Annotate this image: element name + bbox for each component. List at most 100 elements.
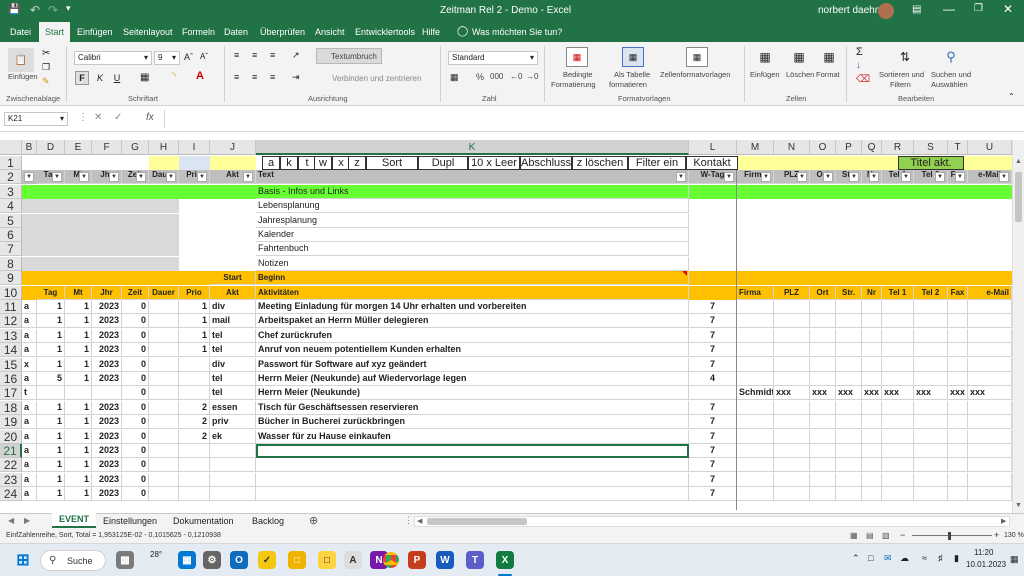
prio-cell[interactable] xyxy=(179,472,210,487)
filter-dropdown-q[interactable]: ▼ xyxy=(869,172,879,183)
contact-cell[interactable] xyxy=(836,300,862,314)
page-layout-view-icon[interactable]: ▤ xyxy=(866,531,874,540)
filter-dropdown-p[interactable]: ▼ xyxy=(849,172,859,183)
row-header-12[interactable]: 12 xyxy=(0,314,22,329)
status-cell[interactable]: a xyxy=(22,400,37,415)
basis-item[interactable]: Kalender xyxy=(256,228,689,242)
status-cell[interactable]: a xyxy=(22,415,37,430)
zeit-cell[interactable]: 0 xyxy=(122,300,149,314)
column-header-m[interactable]: M xyxy=(737,140,774,155)
column-header-g[interactable]: G xyxy=(122,140,149,155)
filter-dropdown-b[interactable]: ▼ xyxy=(24,172,34,183)
fill-color-icon[interactable]: ◝ xyxy=(172,71,176,82)
tray-onedrive-icon[interactable]: ☁ xyxy=(900,553,909,564)
chrome-icon[interactable] xyxy=(382,551,400,569)
font-name-select[interactable]: Calibri ▾ xyxy=(74,51,152,65)
zeit-cell[interactable]: 0 xyxy=(122,487,149,502)
prio-cell[interactable] xyxy=(179,372,210,386)
contact-cell[interactable] xyxy=(968,415,1012,430)
contact-cell[interactable] xyxy=(948,300,968,314)
copy-icon[interactable]: ❐ xyxy=(42,62,50,73)
contact-cell[interactable] xyxy=(914,400,948,415)
format-painter-icon[interactable]: ✎ xyxy=(42,76,50,87)
dauer-cell[interactable] xyxy=(149,458,179,473)
contact-cell[interactable] xyxy=(948,429,968,444)
activity-text-cell[interactable] xyxy=(256,472,689,487)
tag-cell[interactable]: 1 xyxy=(37,300,65,314)
redo-icon[interactable]: ↷ xyxy=(48,3,58,17)
jahr-cell[interactable]: 2023 xyxy=(92,372,122,386)
folder-icon[interactable]: □ xyxy=(318,551,336,569)
dauer-cell[interactable] xyxy=(149,472,179,487)
contact-cell[interactable] xyxy=(810,444,836,458)
monat-cell[interactable]: 1 xyxy=(65,372,92,386)
collapse-ribbon-icon[interactable]: ⌃ xyxy=(1008,92,1015,101)
monat-cell[interactable]: 1 xyxy=(65,458,92,473)
insert-cells-label[interactable]: Einfügen xyxy=(750,70,780,79)
tab-ueberpruefen[interactable]: Überprüfen xyxy=(260,27,305,37)
dauer-cell[interactable] xyxy=(149,429,179,444)
select-all-corner[interactable] xyxy=(0,140,22,155)
status-cell[interactable]: a xyxy=(22,372,37,386)
dauer-cell[interactable] xyxy=(149,444,179,458)
contact-cell[interactable] xyxy=(862,472,882,487)
sheet-tab-backlog[interactable]: Backlog xyxy=(252,516,284,526)
contact-cell[interactable] xyxy=(968,328,1012,343)
contact-str[interactable]: xxx xyxy=(836,386,862,401)
contact-tel2[interactable]: xxx xyxy=(914,386,948,401)
contact-tel1[interactable]: xxx xyxy=(882,386,914,401)
contact-cell[interactable] xyxy=(810,415,836,430)
contact-cell[interactable] xyxy=(862,444,882,458)
contact-cell[interactable] xyxy=(968,487,1012,502)
monat-cell[interactable]: 1 xyxy=(65,429,92,444)
contact-cell[interactable] xyxy=(810,487,836,502)
tag-cell[interactable]: 1 xyxy=(37,314,65,329)
wochentag-cell[interactable]: 7 xyxy=(689,458,737,473)
contact-cell[interactable] xyxy=(774,458,810,473)
contact-cell[interactable] xyxy=(737,300,774,314)
contact-cell[interactable] xyxy=(968,372,1012,386)
minimize-icon[interactable]: — xyxy=(943,2,955,16)
dauer-cell[interactable] xyxy=(149,400,179,415)
align-center-icon[interactable]: ≡ xyxy=(252,72,257,82)
column-header-b[interactable]: B xyxy=(22,140,37,155)
shrink-font-icon[interactable]: Aˇ xyxy=(200,52,208,61)
filter-dropdown-f[interactable]: ▼ xyxy=(109,172,119,183)
zeit-cell[interactable]: 0 xyxy=(122,429,149,444)
sort-filter-label-2[interactable]: Filtern xyxy=(890,80,911,89)
contact-cell[interactable] xyxy=(968,400,1012,415)
fill-icon[interactable]: ↓ xyxy=(856,60,861,71)
akt-cell[interactable]: tel xyxy=(210,372,256,386)
find-select-label-2[interactable]: Auswählen xyxy=(931,80,968,89)
contact-cell[interactable] xyxy=(882,458,914,473)
tab-daten[interactable]: Daten xyxy=(224,27,248,37)
row-header-7[interactable]: 7 xyxy=(0,242,22,257)
activity-text-cell[interactable] xyxy=(256,487,689,502)
tab-entwicklertools[interactable]: Entwicklertools xyxy=(355,27,415,37)
prio-cell[interactable] xyxy=(179,386,210,401)
ribbon-options-icon[interactable]: ▤ xyxy=(912,4,921,15)
dauer-cell[interactable] xyxy=(149,372,179,386)
contact-ort[interactable]: xxx xyxy=(810,386,836,401)
akt-cell[interactable] xyxy=(210,472,256,487)
delete-cells-label[interactable]: Löschen xyxy=(786,70,814,79)
contact-cell[interactable] xyxy=(882,328,914,343)
format-cells-label[interactable]: Format xyxy=(816,70,840,79)
activity-text-cell[interactable]: Tisch für Geschäftsessen reservieren xyxy=(256,400,689,415)
contact-cell[interactable] xyxy=(882,357,914,372)
column-header-p[interactable]: P xyxy=(836,140,862,155)
row-header-22[interactable]: 22 xyxy=(0,458,22,473)
monat-cell[interactable]: 1 xyxy=(65,357,92,372)
status-cell[interactable]: a xyxy=(22,472,37,487)
filter-dropdown-t[interactable]: ▼ xyxy=(955,172,965,183)
row-header-19[interactable]: 19 xyxy=(0,415,22,430)
contact-cell[interactable] xyxy=(862,343,882,358)
macro-button-0[interactable]: Sort xyxy=(366,156,418,170)
quick-access-dropdown-icon[interactable]: ▾ xyxy=(66,3,71,14)
jahr-cell[interactable]: 2023 xyxy=(92,458,122,473)
contact-cell[interactable] xyxy=(968,458,1012,473)
enter-icon[interactable]: ✓ xyxy=(114,112,122,123)
contact-cell[interactable] xyxy=(862,415,882,430)
zeit-cell[interactable]: 0 xyxy=(122,314,149,329)
contact-cell[interactable] xyxy=(914,314,948,329)
